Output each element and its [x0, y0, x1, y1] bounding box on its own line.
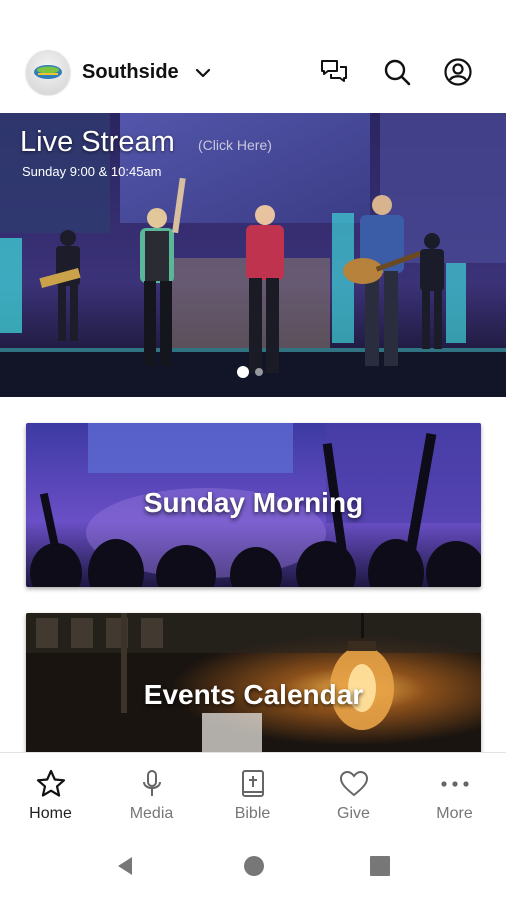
heart-icon: [339, 770, 369, 797]
tab-home[interactable]: Home: [0, 753, 101, 833]
tab-label: Bible: [234, 805, 271, 822]
tab-more[interactable]: More: [404, 753, 505, 833]
search-icon[interactable]: [381, 56, 413, 88]
more-dots-icon: [441, 781, 469, 787]
chevron-down-icon[interactable]: [194, 64, 212, 82]
tab-label: Give: [337, 805, 370, 822]
app-header: Southside: [0, 40, 506, 112]
bible-icon: [242, 770, 264, 797]
system-navigation-bar: [0, 832, 506, 900]
click-here-hint[interactable]: (Click Here): [198, 137, 272, 153]
tab-label: Home: [29, 805, 72, 822]
tab-media[interactable]: Media: [101, 753, 202, 833]
card-title: Events Calendar: [143, 679, 364, 710]
microphone-icon: [143, 770, 161, 796]
star-icon: [36, 769, 66, 797]
tab-label: More: [436, 805, 473, 822]
tab-bible[interactable]: Bible: [202, 753, 303, 833]
events-calendar-card[interactable]: Events Calendar: [26, 613, 481, 752]
sunday-morning-card[interactable]: Sunday Morning: [26, 423, 481, 587]
service-times: Sunday 9:00 & 10:45am: [22, 164, 162, 179]
carousel-dot[interactable]: [255, 368, 263, 376]
tab-give[interactable]: Give: [303, 753, 404, 833]
card-title: Sunday Morning: [143, 487, 364, 518]
carousel-indicator: [237, 366, 263, 378]
tab-label: Media: [129, 805, 174, 822]
recents-icon[interactable]: [370, 856, 390, 876]
bottom-tab-bar: Home Media Bible Give More: [0, 752, 506, 833]
live-stream-banner[interactable]: Live Stream (Click Here) Sunday 9:00 & 1…: [0, 113, 506, 397]
chat-icon[interactable]: [318, 56, 350, 88]
home-nav-icon[interactable]: [243, 855, 265, 877]
status-bar: [0, 0, 506, 40]
account-icon[interactable]: [442, 56, 474, 88]
org-name[interactable]: Southside: [82, 61, 179, 84]
church-logo[interactable]: [26, 50, 70, 94]
carousel-dot-active[interactable]: [237, 366, 249, 378]
hero-title: Live Stream: [20, 126, 175, 158]
back-icon[interactable]: [114, 855, 136, 877]
